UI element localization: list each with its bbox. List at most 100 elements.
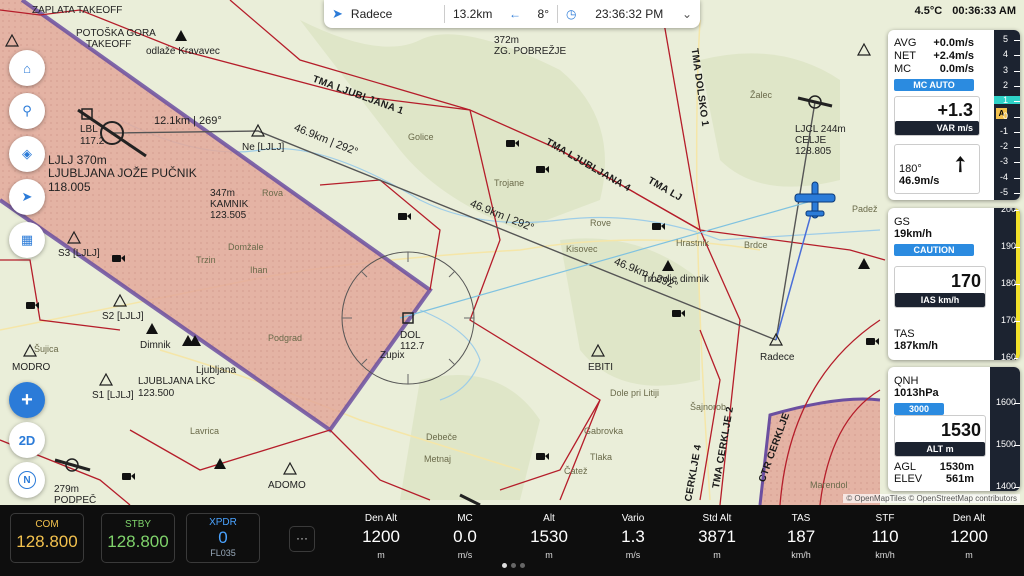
town-podgrad: Podgrad xyxy=(268,333,303,343)
label-podpec: PODPEČ xyxy=(54,495,97,505)
compass-north-icon: N xyxy=(18,471,36,489)
tape-tick xyxy=(1014,321,1020,322)
com-frequency: 128.800 xyxy=(16,532,78,551)
page-dot[interactable] xyxy=(502,563,507,568)
arrow-left-icon: ← xyxy=(508,7,521,21)
page-dot[interactable] xyxy=(520,563,525,568)
navigate-icon: ➤ xyxy=(332,6,343,21)
speed-panel[interactable]: GS 19km/h CAUTION 170 IAS km/h TAS 187km… xyxy=(888,208,1020,360)
town-catez: Čatež xyxy=(564,466,588,476)
navigation-bar[interactable]: ➤ Radece 13.2km ← 8° ◷ 23:36:32 PM ⌄ xyxy=(324,0,700,28)
metric-4[interactable]: Std Alt 3871 m xyxy=(677,513,757,560)
metric-value: 1530 xyxy=(530,527,568,546)
label-zupix: Zupix xyxy=(380,350,405,361)
tape-tick-label: 170 xyxy=(1000,315,1016,325)
metric-label: Den Alt xyxy=(952,513,986,524)
xpdr-radio[interactable]: XPDR 0 FL035 xyxy=(186,513,260,563)
town-lavrica: Lavrica xyxy=(190,426,220,436)
tape-tick-label: 2 xyxy=(1002,79,1008,90)
label-ljubljana-freq: 123.500 xyxy=(138,388,175,399)
metric-7[interactable]: Den Alt 1200 m xyxy=(929,513,1009,560)
map-view[interactable]: ZAPLATA TAKEOFF POTOŠKA GORA TAKEOFF odl… xyxy=(0,0,1024,505)
add-button[interactable]: + xyxy=(9,382,45,418)
com-radio[interactable]: COM 128.800 xyxy=(10,513,84,563)
page-dot[interactable] xyxy=(511,563,516,568)
label-podpec-alt: 279m xyxy=(54,484,80,495)
label-dol: DOL xyxy=(400,330,421,341)
town-ihan: Ihan xyxy=(250,265,268,275)
home-button[interactable]: ⌂ xyxy=(9,50,45,86)
tape-tick-label: 160 xyxy=(1000,352,1016,360)
gs-value: 19km/h xyxy=(894,228,932,240)
metric-value: 110 xyxy=(871,527,899,546)
north-up-button[interactable]: N xyxy=(9,462,45,498)
metric-value: 0.0 xyxy=(453,527,477,546)
view-2d-button[interactable]: 2D xyxy=(9,422,45,458)
tape-tick-label: 200 xyxy=(1000,208,1016,214)
label-zaplata: ZAPLATA TAKEOFF xyxy=(32,5,123,16)
town-marendol: Marendol xyxy=(810,480,848,490)
more-button[interactable]: ··· xyxy=(289,526,315,552)
stby-radio[interactable]: STBY 128.800 xyxy=(101,513,175,563)
metric-0[interactable]: Den Alt 1200 m xyxy=(341,513,421,560)
metric-unit: m/s xyxy=(457,550,473,560)
town-hrastnik: Hrastnik xyxy=(676,238,710,248)
label-celje: CELJE xyxy=(795,135,827,146)
tape-tick xyxy=(1014,131,1020,133)
tape-tick-label: -4 xyxy=(999,171,1008,182)
widgets-button[interactable]: ▦ xyxy=(9,222,45,258)
tape-tick xyxy=(1014,358,1020,359)
xpdr-label: XPDR xyxy=(209,517,237,528)
label-zg: ZG. POBREŽJE xyxy=(494,46,567,57)
gs-label: GS xyxy=(894,216,910,228)
town-dole: Dole pri Litiji xyxy=(610,388,660,398)
label-ebiti: EBITI xyxy=(588,362,614,373)
elev-label: ELEV xyxy=(894,473,923,485)
navigate-button[interactable]: ➤ xyxy=(9,179,45,215)
tape-tick xyxy=(1014,116,1020,118)
town-kisovec: Kisovec xyxy=(566,244,598,254)
metric-3[interactable]: Vario 1.3 m/s xyxy=(593,513,673,560)
metric-label: STF xyxy=(875,513,895,524)
vario-panel[interactable]: AVG +0.0m/s NET +2.4m/s MC 0.0m/s MC AUTO +… xyxy=(888,30,1020,200)
tape-tick-label: -2 xyxy=(999,141,1008,152)
altitude-unit: ALT m xyxy=(895,442,985,456)
eta-time: 23:36:32 PM xyxy=(595,7,664,21)
metric-2[interactable]: Alt 1530 m xyxy=(509,513,589,560)
plus-icon: + xyxy=(21,388,33,411)
tas-value: 187km/h xyxy=(894,340,939,352)
mc-auto-badge[interactable]: MC AUTO xyxy=(894,79,974,91)
metric-1[interactable]: MC 0.0 m/s xyxy=(425,513,505,560)
metric-value: 3871 xyxy=(698,527,736,546)
altitude-panel[interactable]: QNH 1013hPa 3000 1530 ALT m AGL 1530m ELE… xyxy=(888,367,1020,491)
chevron-down-icon[interactable]: ⌄ xyxy=(682,7,692,21)
tape-tick xyxy=(1014,487,1020,488)
map-attribution[interactable]: © OpenMapTiles © OpenStreetMap contribut… xyxy=(843,494,1020,503)
stby-frequency: 128.800 xyxy=(107,532,169,551)
metric-6[interactable]: STF 110 km/h xyxy=(845,513,925,560)
tas-label: TAS xyxy=(894,328,915,340)
tape-tick-label: 1500 xyxy=(995,439,1016,449)
label-kamnik-freq: 123.505 xyxy=(210,210,247,221)
wind-speed: 46.9m/s xyxy=(899,175,940,187)
metric-5[interactable]: TAS 187 km/h xyxy=(761,513,841,560)
tape-tick xyxy=(1014,162,1020,164)
layers-button[interactable]: ◈ xyxy=(9,136,45,172)
search-button[interactable]: ⚲ xyxy=(9,93,45,129)
var-value: +1.3 xyxy=(937,100,973,120)
page-indicator[interactable] xyxy=(502,563,525,568)
home-icon: ⌂ xyxy=(23,60,31,76)
navigate-icon: ➤ xyxy=(21,189,33,204)
stby-label: STBY xyxy=(124,519,152,530)
altitude-bug[interactable]: 3000 xyxy=(894,403,944,415)
metric-unit: km/h xyxy=(875,550,895,560)
label-dimnik: Dimnik xyxy=(140,340,171,351)
metric-unit: m xyxy=(545,550,553,560)
agl-label: AGL xyxy=(894,461,917,473)
ias-unit: IAS km/h xyxy=(895,293,985,307)
route-leg1-label: 12.1km | 269° xyxy=(154,115,222,127)
destination[interactable]: ➤ Radece xyxy=(324,0,444,28)
label-lbl: LBL xyxy=(80,124,98,135)
distance-value: 13.2km xyxy=(453,7,493,21)
tape-tick xyxy=(1014,284,1020,285)
